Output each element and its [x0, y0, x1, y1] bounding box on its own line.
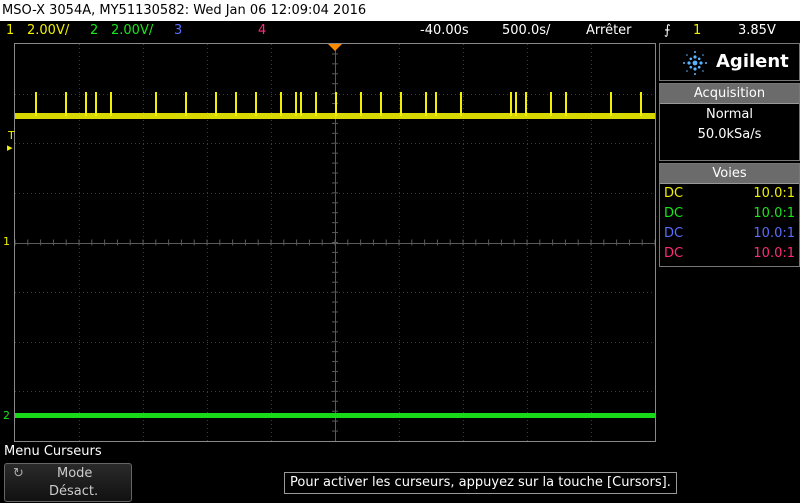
ch1-pulse: [640, 92, 642, 116]
menu-title: Menu Curseurs: [4, 444, 102, 459]
ch2-ground-marker[interactable]: 2: [3, 410, 10, 422]
ch3-number[interactable]: 3: [174, 21, 182, 41]
voie-probe: 10.0:1: [753, 206, 795, 221]
ch1-ground-marker[interactable]: 1: [3, 236, 10, 248]
ch1-pulse: [380, 92, 382, 116]
brand-logo: Agilent: [659, 43, 800, 81]
status-bar: 1 2.00V/ 2 2.00V/ 3 4 -40.00s 500.0s/ Ar…: [0, 21, 800, 41]
acquisition-header: Acquisition: [660, 84, 799, 104]
ch1-pulse: [85, 92, 87, 116]
ch1-pulse: [185, 92, 187, 116]
trigger-edge-icon: ⨍: [664, 23, 671, 38]
ch1-pulse: [155, 92, 157, 116]
ch1-pulse: [295, 92, 297, 116]
voie-coupling: DC: [664, 186, 684, 201]
ch1-pulse: [425, 92, 427, 116]
run-state[interactable]: Arrêter: [586, 21, 632, 41]
cursor-hint-message: Pour activer les curseurs, appuyez sur l…: [284, 472, 677, 494]
agilent-spark-icon: [683, 51, 707, 75]
ch1-pulse: [255, 92, 257, 116]
rotate-knob-icon: ↻: [13, 466, 24, 481]
voie-probe: 10.0:1: [753, 186, 795, 201]
ch1-number[interactable]: 1: [6, 21, 14, 41]
ch1-scale[interactable]: 2.00V/: [27, 21, 69, 41]
voie-row-4: DC 10.0:1: [660, 244, 799, 264]
ch1-pulse: [110, 92, 112, 116]
waveform-svg: [15, 44, 655, 441]
ch1-pulse: [235, 92, 237, 116]
time-scale[interactable]: 500.0s/: [502, 21, 550, 41]
ch1-pulse: [65, 92, 67, 116]
ch1-pulse: [435, 92, 437, 116]
trigger-arrow-icon: ▸: [7, 141, 13, 154]
ch1-pulse: [610, 92, 612, 116]
ch1-pulse: [360, 92, 362, 116]
voie-coupling: DC: [664, 206, 684, 221]
voie-row-1: DC 10.0:1: [660, 184, 799, 204]
voie-coupling: DC: [664, 226, 684, 241]
ch1-pulse: [550, 92, 552, 116]
trigger-position-marker: [328, 44, 342, 51]
waveform-display[interactable]: [14, 43, 656, 442]
title-bar: MSO-X 3054A, MY51130582: Wed Jan 06 12:0…: [0, 0, 800, 21]
ch1-pulse: [525, 92, 527, 116]
voie-probe: 10.0:1: [753, 246, 795, 261]
ch1-pulse: [315, 92, 317, 116]
ch4-number[interactable]: 4: [258, 21, 266, 41]
voie-probe: 10.0:1: [753, 226, 795, 241]
ch1-pulse: [510, 92, 512, 116]
ch1-pulse: [215, 92, 217, 116]
trigger-level[interactable]: 3.85V: [738, 21, 776, 41]
ch1-pulse: [515, 92, 517, 116]
voie-row-2: DC 10.0:1: [660, 204, 799, 224]
voies-header: Voies: [660, 164, 799, 184]
ch1-pulse: [460, 92, 462, 116]
trigger-source[interactable]: 1: [693, 21, 701, 41]
ch1-pulse: [565, 92, 567, 116]
ch1-pulse: [335, 92, 337, 116]
acquisition-mode: Normal: [705, 107, 754, 122]
voies-panel[interactable]: Voies DC 10.0:1 DC 10.0:1 DC 10.0:1 DC 1…: [659, 163, 800, 267]
ch2-number[interactable]: 2: [90, 21, 98, 41]
acquisition-rate: 50.0kSa/s: [697, 127, 762, 142]
voie-row-3: DC 10.0:1: [660, 224, 799, 244]
ch1-pulse: [95, 92, 97, 116]
softkey-value: Désact.: [49, 484, 99, 499]
softkey-label: Mode: [57, 466, 93, 481]
mode-softkey[interactable]: ↻ Mode Désact.: [4, 463, 132, 502]
acquisition-panel[interactable]: Acquisition Normal 50.0kSa/s: [659, 83, 800, 161]
ch2-trace: [15, 413, 655, 418]
brand-name: Agilent: [716, 51, 789, 72]
ch1-pulse: [300, 92, 302, 116]
ch1-pulse: [400, 92, 402, 116]
ch1-pulse: [280, 92, 282, 116]
ch1-pulse: [35, 92, 37, 116]
ch2-scale[interactable]: 2.00V/: [111, 21, 153, 41]
voie-coupling: DC: [664, 246, 684, 261]
time-offset[interactable]: -40.00s: [420, 21, 469, 41]
